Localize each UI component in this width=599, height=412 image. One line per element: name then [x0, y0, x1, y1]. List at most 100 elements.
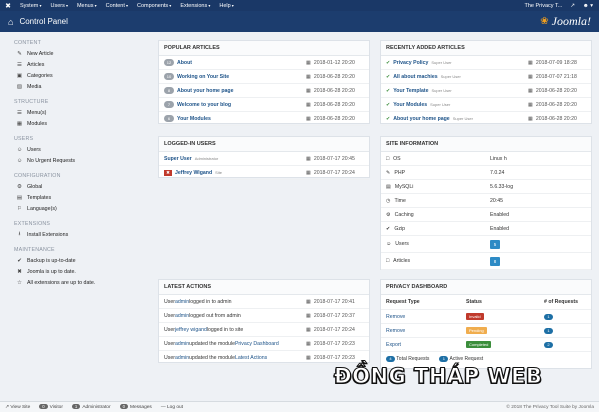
info-row: □ OS Linux h	[381, 152, 591, 166]
info-value: 5.6.33-log	[490, 183, 514, 190]
article-link[interactable]: Your Modules	[393, 102, 427, 108]
sidebar-section-title: MAINTENANCE	[14, 247, 55, 253]
table-row: 7 Welcome to your blog ▦ 2018-06-28 20:20	[159, 98, 369, 112]
date-cell: ▦ 2018-06-28 20:20	[528, 102, 586, 108]
menu-extensions[interactable]: Extensions	[180, 3, 210, 9]
user-link[interactable]: jeffrey wigand	[175, 327, 207, 333]
sidebar-item-icon: ⚙	[17, 183, 22, 190]
status-badge: Pending	[466, 326, 487, 334]
user-link[interactable]: Super User	[164, 156, 192, 162]
sidebar-item[interactable]: ⚐ Language(s)	[0, 203, 150, 214]
date-text: 2018-07-17 20:23	[313, 340, 355, 347]
sidebar-item-label: Menu(s)	[27, 109, 47, 116]
sidebar-item[interactable]: ☆ All extensions are up to date.	[0, 277, 150, 288]
menu-components[interactable]: Components	[137, 3, 171, 9]
article-link[interactable]: Working on Your Site	[177, 74, 229, 80]
article-link[interactable]: About	[177, 60, 192, 66]
logout-user-icon[interactable]: ✖	[164, 169, 172, 176]
user-link[interactable]: admin	[175, 355, 189, 361]
joomla-logo-icon[interactable]: ✖	[0, 2, 16, 10]
info-label: Gzip	[394, 225, 406, 232]
user-link[interactable]: admin	[175, 341, 189, 347]
sidebar-item[interactable]: ☺ No Urgent Requests	[0, 155, 150, 166]
action-text: User admin logged out from admin	[164, 313, 306, 319]
article-link[interactable]: About your home page	[393, 116, 450, 122]
info-row: ✎ PHP 7.0.24	[381, 166, 591, 180]
site-link[interactable]: The Privacy T...	[525, 3, 563, 9]
sidebar-item[interactable]: ▤ Templates	[0, 192, 150, 203]
user-link[interactable]: admin	[175, 313, 189, 319]
count-badge[interactable]: 8	[490, 256, 500, 266]
sidebar-item-icon: ✖	[17, 268, 22, 275]
module-link[interactable]: Privacy Dashboard	[235, 341, 279, 347]
sidebar-item[interactable]: ☰ Menu(s)	[0, 107, 150, 118]
calendar-icon: ▦	[528, 101, 533, 108]
sidebar-item-icon: ⭳	[18, 231, 21, 237]
messages-status[interactable]: 0 Messages	[119, 404, 152, 410]
article-cell: 12 About	[164, 59, 306, 66]
info-value: Enabled	[490, 211, 510, 218]
action-verb: updated the module	[189, 354, 235, 361]
popular-articles-panel: POPULAR ARTICLES 12 About ▦ 2018-01-12 20:2…	[158, 40, 370, 126]
sidebar-item[interactable]: ☺ Users	[0, 144, 150, 155]
sidebar-item-label: Articles	[27, 61, 45, 68]
request-type-link[interactable]: Remove	[386, 314, 466, 320]
menu-users[interactable]: Users	[50, 3, 68, 9]
panel-title: PRIVACY DASHBOARD	[381, 280, 591, 295]
sidebar-item[interactable]: ✔ Backup is up-to-date	[0, 255, 150, 266]
info-value-cell: Linux h	[490, 156, 586, 162]
article-cell: ✔ All about machies Super User	[386, 74, 528, 80]
table-row: Export Completed 2	[381, 338, 591, 352]
request-type-link[interactable]: Export	[386, 342, 466, 348]
sidebar-item[interactable]: ▨ Media	[0, 81, 150, 92]
menu-help[interactable]: Help	[219, 3, 233, 9]
article-link[interactable]: All about machies	[393, 74, 437, 80]
date-cell: ▦ 2018-06-28 20:20	[306, 74, 364, 80]
article-link[interactable]: Your Modules	[177, 116, 211, 122]
sidebar-item[interactable]: ▦ Modules	[0, 118, 150, 129]
date-cell: ▦ 2018-01-12 20:20	[306, 60, 364, 66]
sidebar-item[interactable]: ☰ Articles	[0, 59, 150, 70]
user-role: Site	[215, 170, 223, 175]
sidebar-section-title: STRUCTURE	[14, 99, 49, 105]
user-icon[interactable]: ☻ ▾	[583, 3, 593, 9]
article-link[interactable]: Privacy Policy	[393, 60, 428, 66]
legend-item: 1 Active Request	[439, 356, 483, 362]
external-link-icon[interactable]: ↗	[570, 3, 575, 9]
count-badge[interactable]: 5	[490, 239, 500, 249]
sidebar-item[interactable]: ⚙ Global	[0, 181, 150, 192]
sidebar-item[interactable]: ⭳ Install Extensions	[0, 229, 150, 240]
article-cell: 7 Welcome to your blog	[164, 101, 306, 108]
sidebar-item[interactable]: ✖ Joomla is up to date.	[0, 266, 150, 277]
action-prefix: User	[164, 312, 175, 319]
panel-title: LOGGED-IN USERS	[159, 137, 369, 152]
article-link[interactable]: Your Template	[393, 88, 428, 94]
sidebar-item-label: Joomla is up to date.	[27, 268, 76, 275]
sidebar-item[interactable]: ✎ New Article	[0, 48, 150, 59]
info-value-cell: Enabled	[490, 226, 586, 232]
date-text: 2018-07-09 18:28	[535, 59, 577, 66]
date-cell: ▦ 2018-06-28 20:20	[528, 88, 586, 94]
article-link[interactable]: Welcome to your blog	[177, 102, 231, 108]
menu-system[interactable]: System	[20, 3, 41, 9]
hits-badge: 12	[164, 59, 174, 66]
author-label: Super User	[440, 74, 461, 79]
status-cell: Completed	[466, 340, 544, 348]
logout-link[interactable]: — Log out	[161, 405, 183, 410]
info-icon: ✔	[386, 225, 391, 232]
table-row: ✔ Your Modules Super User ▦ 2018-06-28 20:20	[381, 98, 591, 112]
legend-label: Active Request	[448, 356, 484, 362]
article-link[interactable]: About your home page	[177, 88, 234, 94]
action-verb: logged in to site	[206, 326, 244, 333]
menu-menus[interactable]: Menus	[77, 3, 97, 9]
user-link[interactable]: admin	[175, 299, 189, 305]
view-site-link[interactable]: ↗ View Site	[5, 405, 30, 410]
published-check-icon: ✔	[386, 87, 391, 94]
sidebar-item[interactable]: ▣ Categories	[0, 70, 150, 81]
action-text: User admin updated the module Latest Act…	[164, 355, 306, 361]
request-type-link[interactable]: Remove	[386, 328, 466, 334]
module-link[interactable]: Latest Actions	[235, 355, 267, 361]
menu-content[interactable]: Content	[106, 3, 128, 9]
hits-badge: 7	[164, 101, 174, 108]
user-link[interactable]: Jeffrey Wigand	[175, 170, 212, 176]
